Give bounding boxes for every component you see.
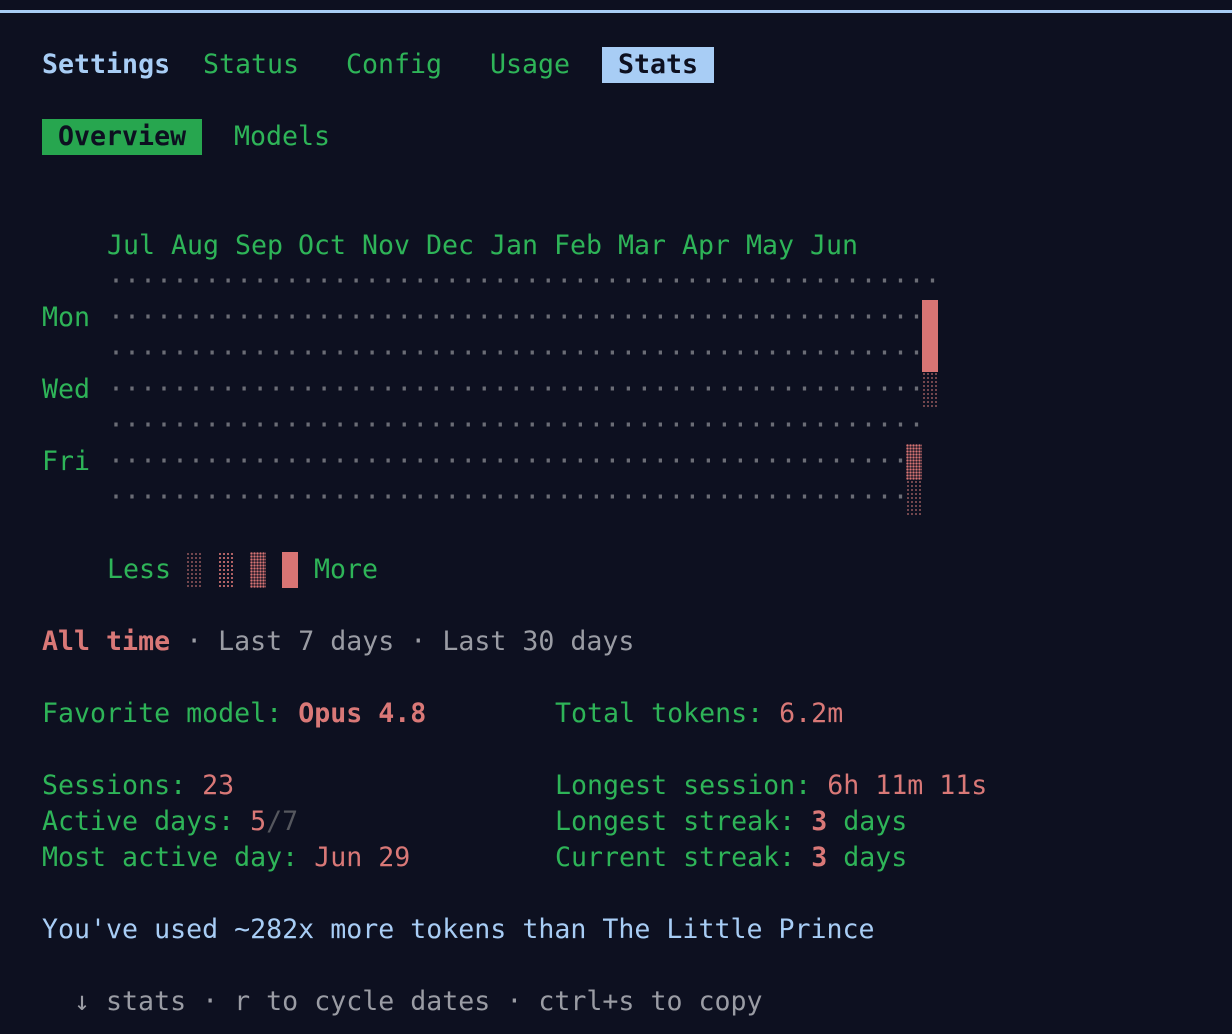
total-tokens-value: 6.2m (779, 698, 844, 729)
longest-streak: Longest streak: 3 days (555, 804, 907, 840)
sessions-label: Sessions: (42, 770, 203, 801)
month-label: Jul (107, 230, 156, 261)
streak-unit: days (827, 806, 908, 837)
footer-separator: · (202, 986, 219, 1017)
sessions: Sessions: 23 (42, 768, 234, 804)
month-label: Jan (490, 230, 539, 261)
longest-streak-value: 3 (811, 806, 828, 837)
favorite-model-label: Favorite model: (42, 698, 299, 729)
favorite-model: Favorite model: Opus 4.8 (42, 696, 426, 732)
tab-status[interactable]: Status (203, 47, 299, 83)
heatmap-row-fri: ········································… (108, 446, 906, 477)
day-label-fri: Fri (42, 446, 91, 477)
fun-fact: You've used ~282x more tokens than The L… (42, 914, 875, 945)
heatmap-row-tue: ········································… (108, 338, 922, 369)
heatmap-cell-active (906, 444, 922, 480)
month-label: Mar (618, 230, 667, 261)
range-last-7[interactable]: Last 7 days (218, 626, 394, 657)
total-tokens: Total tokens: 6.2m (555, 696, 843, 732)
legend-less: Less (107, 554, 172, 585)
streak-unit: days (827, 842, 908, 873)
legend-swatch-4 (282, 552, 298, 588)
legend-more: More (314, 554, 379, 585)
range-separator: · (410, 626, 427, 657)
current-streak-value: 3 (811, 842, 828, 873)
top-border (0, 10, 1232, 13)
range-last-30[interactable]: Last 30 days (442, 626, 634, 657)
heatmap-row-sat: ········································… (108, 482, 906, 513)
most-active-day-value: Jun 29 (314, 842, 411, 873)
range-all-time[interactable]: All time (42, 626, 170, 657)
heatmap-row-sun: ········································… (108, 266, 938, 297)
heatmap-cell-active (906, 480, 922, 516)
tab-stats[interactable]: Stats (602, 47, 715, 83)
month-label: Apr (682, 230, 731, 261)
range-separator: · (186, 626, 203, 657)
month-label: Jun (810, 230, 859, 261)
active-days-value: 5 (250, 806, 267, 837)
legend-swatch-3 (250, 552, 266, 588)
current-streak-label: Current streak: (555, 842, 812, 873)
heatmap-row-wed: ········································… (108, 374, 922, 405)
longest-session-label: Longest session: (555, 770, 828, 801)
active-days-label: Active days: (42, 806, 251, 837)
legend-swatch-1 (186, 552, 202, 588)
month-label: Nov (362, 230, 411, 261)
tab-usage[interactable]: Usage (490, 47, 570, 83)
month-label: Aug (171, 230, 220, 261)
current-streak: Current streak: 3 days (555, 840, 907, 876)
footer-copy: ctrl+s to copy (538, 986, 763, 1017)
tab-config[interactable]: Config (346, 47, 442, 83)
sessions-value: 23 (202, 770, 235, 801)
legend-swatch-2 (218, 552, 234, 588)
most-active-day-label: Most active day: (42, 842, 315, 873)
footer-separator: · (506, 986, 523, 1017)
favorite-model-value: Opus 4.8 (298, 698, 427, 729)
subtab-models[interactable]: Models (234, 119, 330, 155)
heatmap-cell-active (922, 300, 938, 336)
subtab-overview[interactable]: Overview (42, 119, 203, 155)
heatmap-cell-active (922, 372, 938, 408)
heatmap-row-mon: ········································… (108, 302, 922, 333)
active-days: Active days: 5/7 (42, 804, 298, 840)
longest-streak-label: Longest streak: (555, 806, 812, 837)
total-tokens-label: Total tokens: (555, 698, 780, 729)
longest-session-value: 6h 11m 11s (827, 770, 988, 801)
day-label-wed: Wed (42, 374, 91, 405)
day-label-mon: Mon (42, 302, 91, 333)
month-label: Oct (298, 230, 347, 261)
range-selector: All time · Last 7 days · Last 30 days (42, 624, 634, 660)
settings-title: Settings (42, 49, 171, 80)
month-label: May (746, 230, 795, 261)
down-arrow-icon: ↓ (74, 986, 91, 1017)
most-active-day: Most active day: Jun 29 (42, 840, 410, 876)
footer-hints: ↓ stats · r to cycle dates · ctrl+s to c… (74, 984, 763, 1020)
longest-session: Longest session: 6h 11m 11s (555, 768, 987, 804)
heatmap-row-thu: ········································… (108, 410, 922, 441)
active-days-total: /7 (266, 806, 299, 837)
month-label: Dec (426, 230, 475, 261)
month-label: Feb (554, 230, 603, 261)
footer-cycle-dates: r to cycle dates (234, 986, 491, 1017)
heatmap-cell-active (922, 336, 938, 372)
month-label: Sep (235, 230, 284, 261)
footer-stats: stats (106, 986, 187, 1017)
